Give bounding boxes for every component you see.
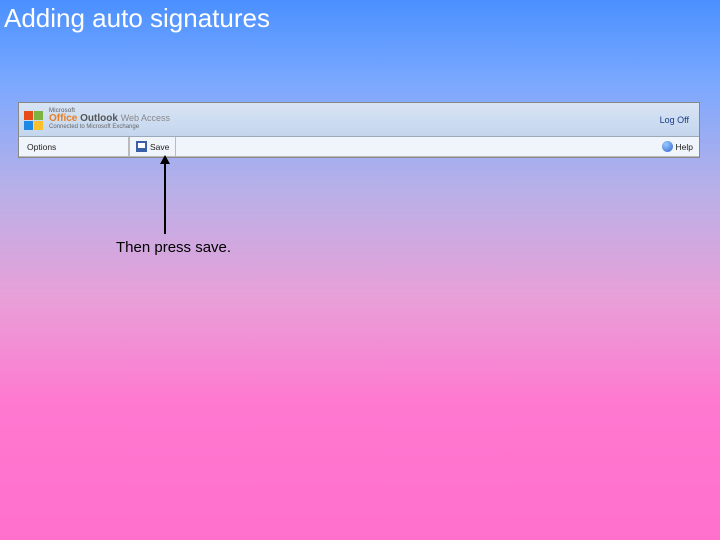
brand-outlook: Outlook bbox=[80, 113, 118, 124]
annotation-arrow bbox=[164, 162, 166, 234]
save-button-label: Save bbox=[150, 142, 169, 152]
slide-title: Adding auto signatures bbox=[4, 3, 270, 34]
owa-brand: Microsoft Office Outlook Web Access Conn… bbox=[23, 108, 170, 132]
owa-brand-text: Microsoft Office Outlook Web Access Conn… bbox=[49, 108, 170, 130]
brand-main-line: Office Outlook Web Access bbox=[49, 114, 170, 124]
office-logo-icon bbox=[23, 110, 45, 132]
owa-header-bar: Microsoft Office Outlook Web Access Conn… bbox=[19, 103, 699, 137]
brand-connected: Connected to Microsoft Exchange bbox=[49, 124, 170, 130]
options-label: Options bbox=[19, 137, 129, 156]
owa-window: Microsoft Office Outlook Web Access Conn… bbox=[18, 102, 700, 158]
owa-toolbar: Options Save Help bbox=[19, 137, 699, 157]
save-icon bbox=[136, 141, 147, 152]
help-icon[interactable] bbox=[662, 141, 673, 152]
help-label[interactable]: Help bbox=[676, 142, 693, 152]
logoff-link[interactable]: Log Off bbox=[660, 115, 695, 125]
brand-web-access: Web Access bbox=[121, 113, 170, 123]
toolbar-right: Help bbox=[662, 141, 699, 152]
annotation-text: Then press save. bbox=[116, 239, 231, 256]
save-button[interactable]: Save bbox=[130, 137, 176, 156]
brand-office: Office bbox=[49, 113, 77, 124]
toolbar-left: Options Save bbox=[19, 137, 176, 156]
